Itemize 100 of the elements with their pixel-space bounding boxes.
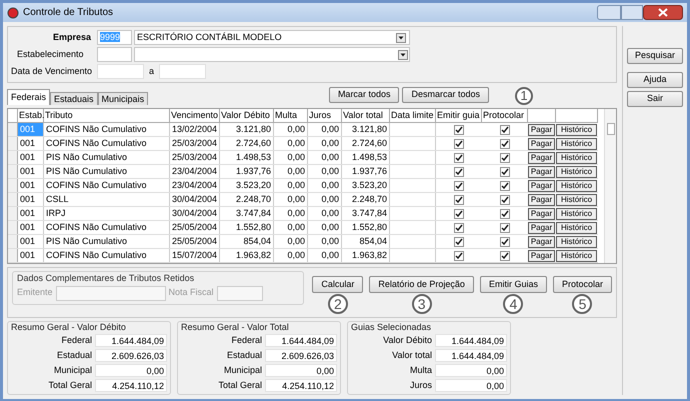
table-cell: 0,00 [274, 165, 308, 178]
table-cell: COFINS Não Cumulativo [44, 137, 170, 150]
table-cell: 1.937,76 [342, 165, 390, 178]
column-header: Valor total [342, 109, 390, 122]
field-label: Multa [410, 364, 432, 377]
value-field: 0,00 [435, 364, 507, 377]
button[interactable]: Calcular [312, 276, 364, 293]
table-cell: 854,04 [220, 235, 274, 248]
tab[interactable]: Estaduais [50, 92, 98, 105]
checkbox[interactable] [500, 250, 510, 260]
pay-button[interactable]: Pagar [528, 222, 555, 234]
checkbox[interactable] [454, 236, 464, 246]
side-button[interactable]: Ajuda [627, 72, 683, 88]
table-cell: 13/02/2004 [170, 123, 220, 136]
table-cell: 0,00 [308, 193, 342, 206]
button[interactable]: Desmarcar todos [402, 87, 489, 103]
callout-number: 5 [572, 294, 592, 314]
table-cell: 0,00 [308, 123, 342, 136]
pay-button[interactable]: Pagar [528, 194, 555, 206]
checkbox[interactable] [500, 222, 510, 232]
side-button[interactable]: Sair [627, 91, 683, 107]
checkbox[interactable] [454, 250, 464, 260]
table-cell: 0,00 [274, 151, 308, 164]
table-cell: 2.248,70 [342, 193, 390, 206]
column-header: Vencimento [170, 109, 220, 122]
dropdown[interactable]: ESCRITÓRIO CONTÁBIL MODELO [134, 30, 410, 45]
checkbox[interactable] [454, 208, 464, 218]
date-field[interactable] [97, 64, 144, 79]
button[interactable]: Marcar todos [328, 87, 400, 103]
checkbox[interactable] [500, 124, 510, 134]
button[interactable]: Protocolar [552, 276, 612, 293]
pay-button[interactable]: Pagar [528, 208, 555, 220]
table-cell: 0,00 [274, 207, 308, 220]
table-cell: 25/05/2004 [170, 221, 220, 234]
field-label: Estabelecimento [16, 48, 85, 61]
table-cell: 0,00 [274, 235, 308, 248]
input-field[interactable] [56, 286, 166, 300]
group-title: Resumo Geral - Valor Débito [11, 322, 127, 333]
column-header: Valor Débito [220, 109, 274, 122]
tab[interactable]: Municipais [98, 92, 148, 105]
checkbox[interactable] [454, 138, 464, 148]
history-button[interactable]: Histórico [556, 194, 597, 206]
history-button[interactable]: Histórico [556, 250, 597, 262]
pay-button[interactable]: Pagar [528, 166, 555, 178]
table-cell: 854,04 [342, 235, 390, 248]
field-label: Estadual [56, 348, 92, 362]
checkbox[interactable] [454, 124, 464, 134]
checkbox[interactable] [500, 138, 510, 148]
checkbox[interactable] [500, 236, 510, 246]
checkbox[interactable] [500, 180, 510, 190]
history-button[interactable]: Histórico [556, 222, 597, 234]
table-cell: 1.963,82 [220, 249, 274, 262]
table-cell: 0,00 [274, 249, 308, 262]
value-field: 4.254.110,12 [265, 379, 337, 392]
table-cell: 3.121,80 [342, 123, 390, 136]
table-cell: 001 [18, 235, 44, 248]
input-field[interactable] [97, 47, 132, 62]
history-button[interactable]: Histórico [556, 152, 597, 164]
history-button[interactable]: Histórico [556, 180, 597, 192]
pay-button[interactable]: Pagar [528, 152, 555, 164]
column-header: Estab. [18, 109, 44, 122]
table-cell: 1.552,80 [342, 221, 390, 234]
history-button[interactable]: Histórico [556, 124, 597, 136]
history-button[interactable]: Histórico [556, 138, 597, 150]
pay-button[interactable]: Pagar [528, 124, 555, 136]
date-field[interactable] [159, 64, 206, 79]
button[interactable]: Relatório de Projeção [369, 276, 474, 293]
table-cell: 001 [18, 165, 44, 178]
callout-number: 1 [515, 87, 533, 105]
checkbox[interactable] [454, 152, 464, 162]
checkbox[interactable] [500, 166, 510, 176]
checkbox[interactable] [500, 194, 510, 204]
group-title: Resumo Geral - Valor Total [181, 322, 290, 333]
pay-button[interactable]: Pagar [528, 250, 555, 262]
pay-button[interactable]: Pagar [528, 236, 555, 248]
table-cell: 25/03/2004 [170, 137, 220, 150]
checkbox[interactable] [454, 222, 464, 232]
checkbox[interactable] [454, 166, 464, 176]
checkbox[interactable] [454, 194, 464, 204]
scrollbar[interactable] [604, 109, 616, 263]
field-label: Estadual [226, 348, 262, 362]
table-cell: COFINS Não Cumulativo [44, 221, 170, 234]
history-button[interactable]: Histórico [556, 208, 597, 220]
value-field: 1.644.484,09 [435, 334, 507, 347]
table-cell: 3.121,80 [220, 123, 274, 136]
checkbox[interactable] [500, 152, 510, 162]
table-cell: 0,00 [274, 179, 308, 192]
history-button[interactable]: Histórico [556, 166, 597, 178]
close-icon[interactable] [643, 5, 683, 20]
pay-button[interactable]: Pagar [528, 138, 555, 150]
history-button[interactable]: Histórico [556, 236, 597, 248]
tab[interactable]: Federais [7, 89, 50, 105]
checkbox[interactable] [500, 208, 510, 218]
checkbox[interactable] [454, 180, 464, 190]
button[interactable]: Emitir Guias [480, 276, 547, 293]
pay-button[interactable]: Pagar [528, 180, 555, 192]
side-button[interactable]: Pesquisar [627, 48, 683, 64]
input-field[interactable] [216, 286, 263, 300]
table-cell: 0,00 [308, 179, 342, 192]
value-field: 1.644.484,09 [435, 349, 507, 362]
